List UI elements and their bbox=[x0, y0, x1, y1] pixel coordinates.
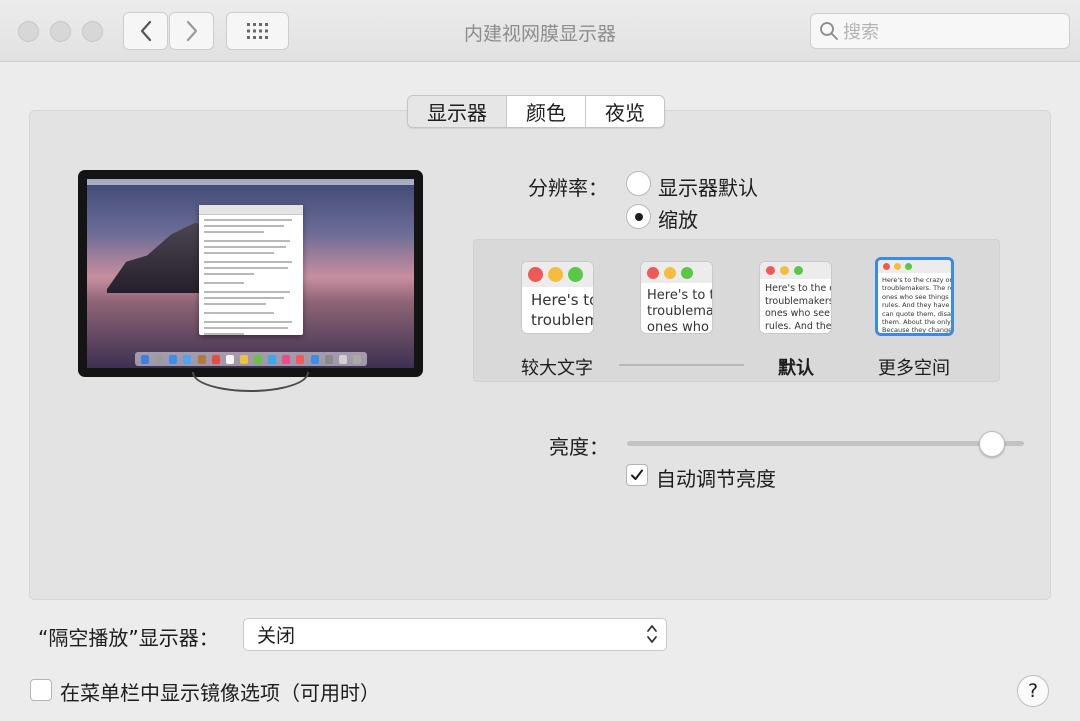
resolution-label: 分辨率： bbox=[528, 176, 608, 200]
search-icon bbox=[820, 22, 838, 40]
scaling-option-2[interactable]: Here's to t troublema ones who bbox=[640, 261, 713, 334]
chevron-right-icon bbox=[186, 20, 197, 42]
zoom-window-button[interactable] bbox=[82, 21, 103, 42]
auto-brightness-checkbox[interactable] bbox=[626, 464, 648, 486]
tab-display[interactable]: 显示器 bbox=[408, 96, 506, 127]
airplay-display-label: “隔空播放”显示器： bbox=[38, 626, 219, 650]
grid-icon bbox=[246, 23, 268, 39]
updown-arrows-icon bbox=[646, 623, 658, 647]
desktop-wallpaper bbox=[87, 179, 414, 368]
scaling-option-larger-text[interactable]: Here's to troublem bbox=[521, 261, 594, 334]
scaling-options: Here's to troublem Here's to t troublema… bbox=[473, 239, 1000, 382]
brightness-slider[interactable] bbox=[627, 441, 1024, 446]
scaling-label-more-space: 更多空间 bbox=[878, 358, 950, 379]
show-mirroring-label[interactable]: 在菜单栏中显示镜像选项（可用时） bbox=[60, 677, 380, 706]
title-bar: 内建视网膜显示器 搜索 bbox=[0, 0, 1080, 62]
scaling-preview-text: Here's to the cr troublemakers. ones who… bbox=[765, 283, 831, 332]
scaling-divider bbox=[619, 364, 744, 366]
window-title: 内建视网膜显示器 bbox=[463, 23, 616, 45]
checkmark-icon bbox=[631, 469, 643, 480]
brightness-label: 亮度： bbox=[549, 435, 609, 459]
airplay-display-value: 关闭 bbox=[257, 625, 296, 647]
search-field[interactable]: 搜索 bbox=[810, 13, 1070, 49]
scaling-preview-text: Here's to t troublema ones who bbox=[647, 288, 712, 334]
chevron-left-icon bbox=[140, 20, 151, 42]
segmented-tabs: 显示器 颜色 夜览 bbox=[407, 95, 665, 128]
scaling-label-larger-text: 较大文字 bbox=[521, 358, 593, 379]
resolution-scaled-radio[interactable] bbox=[626, 204, 651, 229]
minimize-window-button[interactable] bbox=[50, 21, 71, 42]
tab-night-shift[interactable]: 夜览 bbox=[585, 96, 664, 127]
preview-menu-bar bbox=[87, 179, 414, 185]
back-button[interactable] bbox=[123, 12, 168, 50]
display-preview-image bbox=[78, 170, 423, 377]
resolution-default-radio[interactable] bbox=[626, 171, 651, 196]
auto-brightness-label[interactable]: 自动调节亮度 bbox=[656, 463, 776, 492]
forward-button[interactable] bbox=[169, 12, 214, 50]
resolution-scaled-label[interactable]: 缩放 bbox=[658, 204, 698, 233]
preview-dock bbox=[135, 352, 367, 366]
tab-color[interactable]: 颜色 bbox=[506, 96, 585, 127]
close-window-button[interactable] bbox=[18, 21, 39, 42]
airplay-display-select[interactable]: 关闭 bbox=[243, 618, 667, 651]
scaling-option-more-space[interactable]: Here's to the crazy one troublemakers. T… bbox=[875, 257, 954, 336]
show-all-button[interactable] bbox=[226, 12, 289, 50]
show-mirroring-checkbox[interactable] bbox=[30, 679, 52, 701]
help-button[interactable]: ? bbox=[1017, 675, 1049, 707]
search-placeholder: 搜索 bbox=[843, 22, 879, 43]
scaling-preview-text: Here's to troublem bbox=[531, 291, 593, 329]
preview-document-window bbox=[199, 205, 303, 335]
scaling-label-default: 默认 bbox=[778, 358, 814, 379]
scaling-preview-text: Here's to the crazy one troublemakers. T… bbox=[882, 276, 951, 335]
resolution-default-label[interactable]: 显示器默认 bbox=[658, 172, 758, 201]
scaling-option-default[interactable]: Here's to the cr troublemakers. ones who… bbox=[759, 261, 832, 334]
